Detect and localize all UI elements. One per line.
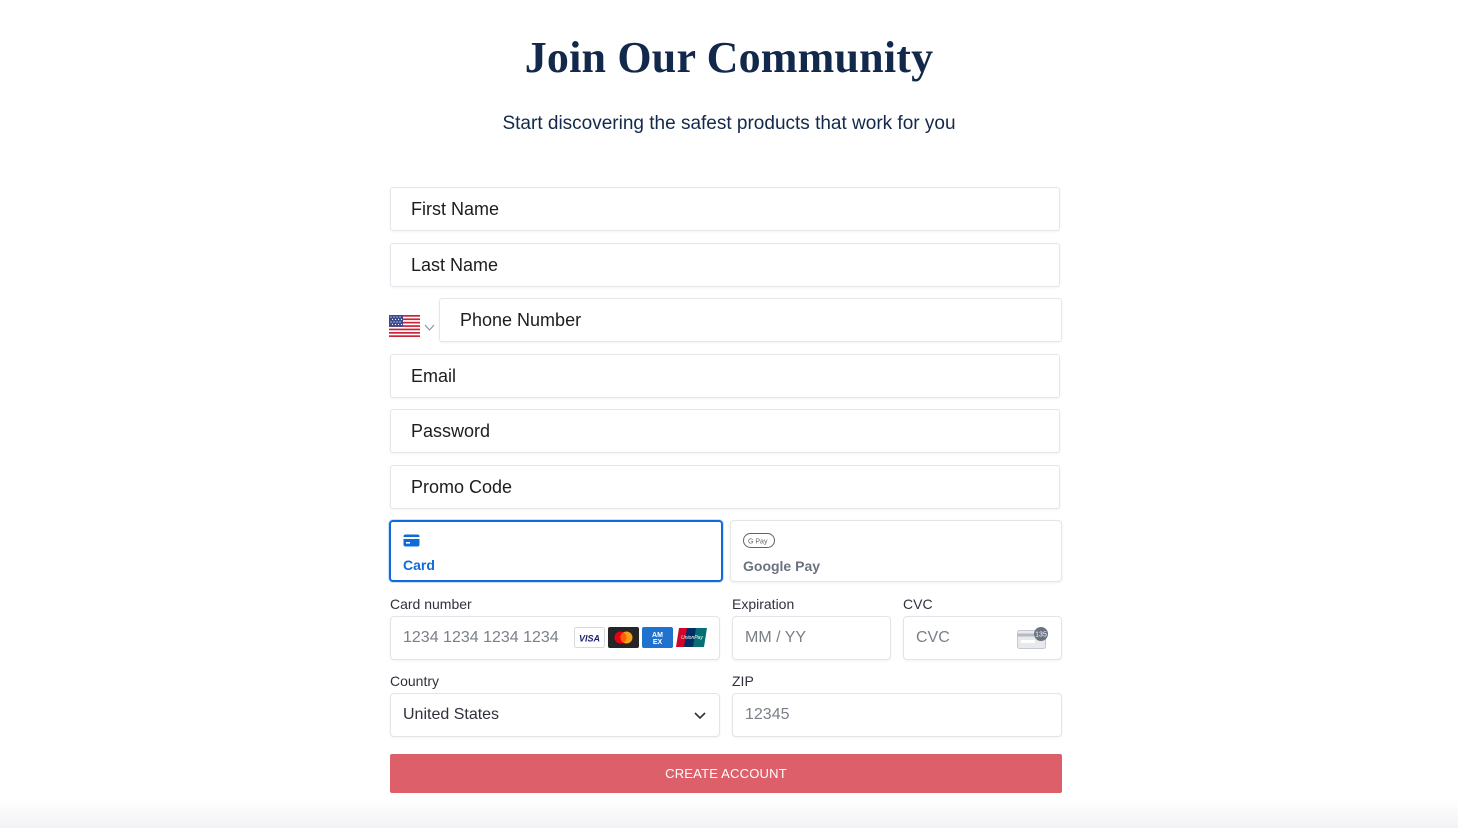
- first-name-field[interactable]: [390, 187, 1060, 231]
- create-account-button[interactable]: CREATE ACCOUNT: [390, 754, 1062, 793]
- first-name-input[interactable]: [391, 188, 1059, 230]
- page-title: Join Our Community: [524, 33, 934, 82]
- unionpay-icon: UnionPay: [676, 627, 707, 648]
- promo-code-field[interactable]: [390, 465, 1060, 509]
- card-brand-logos: VISA AM EX UnionPay: [574, 627, 707, 648]
- card-icon: [403, 534, 420, 547]
- svg-text:VISA: VISA: [579, 634, 600, 644]
- chevron-down-icon: [694, 712, 706, 720]
- expiration-label: Expiration: [732, 596, 795, 612]
- svg-text:UnionPay: UnionPay: [681, 635, 703, 641]
- cvc-label: CVC: [903, 596, 933, 612]
- cvc-input[interactable]: [904, 617, 1014, 659]
- bottom-shadow: [0, 800, 1458, 828]
- country-select-value: United States: [403, 706, 500, 723]
- signup-page: Join Our Community Start discovering the…: [0, 0, 1458, 828]
- cvc-badge-text: 135: [1035, 632, 1047, 639]
- chevron-down-icon: [424, 324, 435, 331]
- password-field[interactable]: [390, 409, 1060, 453]
- expiration-input[interactable]: [733, 617, 890, 659]
- svg-text:AM: AM: [652, 632, 663, 639]
- cvc-card-icon: 135: [1017, 627, 1048, 649]
- phone-input[interactable]: [440, 299, 1061, 341]
- country-code-selector[interactable]: [389, 314, 437, 338]
- email-input[interactable]: [391, 355, 1059, 397]
- payment-tab-card-label: Card: [403, 557, 435, 573]
- cvc-field[interactable]: 135: [903, 616, 1062, 660]
- zip-field[interactable]: [732, 693, 1062, 737]
- promo-code-input[interactable]: [391, 466, 1059, 508]
- google-pay-icon: G Pay: [743, 533, 775, 548]
- last-name-input[interactable]: [391, 244, 1059, 286]
- amex-icon: AM EX: [642, 627, 673, 648]
- svg-text:G Pay: G Pay: [748, 539, 768, 546]
- country-label: Country: [390, 673, 440, 689]
- card-number-label: Card number: [390, 596, 472, 612]
- card-number-input[interactable]: [391, 617, 571, 659]
- page-subtitle: Start discovering the safest products th…: [502, 113, 956, 134]
- payment-tab-google-pay[interactable]: G Pay Google Pay: [730, 520, 1062, 582]
- last-name-field[interactable]: [390, 243, 1060, 287]
- visa-icon: VISA: [574, 627, 605, 648]
- country-select[interactable]: United States: [390, 693, 720, 737]
- payment-tab-card[interactable]: Card: [389, 520, 723, 582]
- svg-text:EX: EX: [653, 639, 663, 646]
- password-input[interactable]: [391, 410, 1059, 452]
- expiration-field[interactable]: [732, 616, 891, 660]
- zip-label: ZIP: [732, 673, 754, 689]
- zip-input[interactable]: [733, 694, 1061, 736]
- mastercard-icon: [608, 627, 639, 648]
- card-number-field[interactable]: VISA AM EX UnionPay: [390, 616, 720, 660]
- us-flag-icon: [389, 315, 420, 337]
- payment-tab-google-pay-label: Google Pay: [743, 558, 821, 574]
- phone-field[interactable]: [439, 298, 1062, 342]
- email-field[interactable]: [390, 354, 1060, 398]
